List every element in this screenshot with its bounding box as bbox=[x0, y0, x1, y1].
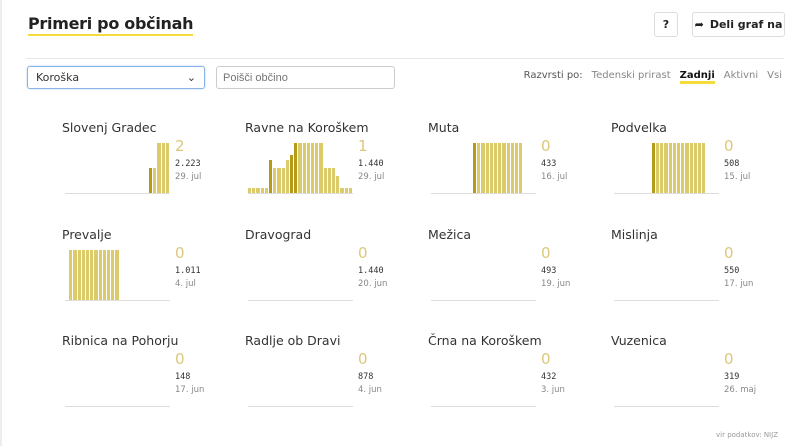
new-cases: 0 bbox=[175, 244, 185, 262]
cases-sparkline bbox=[431, 249, 536, 301]
municipality-name: Muta bbox=[428, 120, 459, 135]
municipality-name: Črna na Koroškem bbox=[428, 333, 542, 348]
data-source: vir podatkov: NIJZ bbox=[716, 431, 778, 439]
total-cases: 433 bbox=[541, 159, 556, 169]
sort-options: Razvrsti po: Tedenski prirast Zadnji Akt… bbox=[524, 70, 782, 84]
sparkline-bar bbox=[115, 250, 119, 300]
municipality-name: Mežica bbox=[428, 227, 471, 242]
municipality-card[interactable]: Podvelka 0 508 15. jul bbox=[611, 120, 791, 215]
last-case-date: 16. jul bbox=[541, 172, 567, 182]
total-cases: 1.440 bbox=[358, 266, 384, 276]
total-cases: 878 bbox=[358, 372, 373, 382]
help-button[interactable]: ? bbox=[654, 12, 678, 37]
total-cases: 432 bbox=[541, 372, 556, 382]
sort-active[interactable]: Aktivni bbox=[724, 70, 758, 84]
cases-sparkline bbox=[65, 249, 170, 301]
municipality-name: Ribnica na Pohorju bbox=[62, 333, 178, 348]
new-cases: 0 bbox=[358, 244, 368, 262]
municipality-card[interactable]: Ravne na Koroškem 1 1.440 29. jul bbox=[245, 120, 425, 215]
municipality-search-input[interactable] bbox=[216, 66, 395, 89]
municipality-name: Vuzenica bbox=[611, 333, 667, 348]
new-cases: 0 bbox=[724, 244, 734, 262]
region-select[interactable]: Koroška ⌄ bbox=[27, 66, 205, 89]
last-case-date: 4. jun bbox=[358, 385, 382, 395]
municipality-card[interactable]: Slovenj Gradec 2 2.223 29. jul bbox=[62, 120, 242, 215]
municipality-name: Dravograd bbox=[245, 227, 311, 242]
share-label: Deli graf na bbox=[710, 18, 783, 31]
municipality-name: Mislinja bbox=[611, 227, 658, 242]
last-case-date: 15. jul bbox=[724, 172, 750, 182]
cases-sparkline bbox=[431, 142, 536, 194]
municipality-card[interactable]: Mežica 0 493 19. jun bbox=[428, 227, 608, 322]
sort-latest[interactable]: Zadnji bbox=[680, 70, 715, 84]
municipality-card[interactable]: Radlje ob Dravi 0 878 4. jun bbox=[245, 333, 425, 428]
last-case-date: 29. jul bbox=[358, 172, 384, 182]
cases-sparkline bbox=[614, 249, 719, 301]
last-case-date: 17. jun bbox=[175, 385, 204, 395]
municipality-card[interactable]: Dravograd 0 1.440 20. jun bbox=[245, 227, 425, 322]
region-value: Koroška bbox=[36, 71, 79, 84]
sort-all[interactable]: Vsi bbox=[767, 70, 782, 84]
municipality-name: Podvelka bbox=[611, 120, 667, 135]
new-cases: 0 bbox=[541, 137, 551, 155]
sparkline-bar bbox=[166, 143, 170, 193]
new-cases: 0 bbox=[724, 350, 734, 368]
sparkline-bar bbox=[702, 143, 706, 193]
municipality-card[interactable]: Ribnica na Pohorju 0 148 17. jun bbox=[62, 333, 242, 428]
last-case-date: 17. jun bbox=[724, 279, 753, 289]
share-button[interactable]: ➦ Deli graf na bbox=[692, 12, 785, 37]
municipality-name: Radlje ob Dravi bbox=[245, 333, 340, 348]
new-cases: 0 bbox=[175, 350, 185, 368]
municipality-card[interactable]: Mislinja 0 550 17. jun bbox=[611, 227, 791, 322]
cases-sparkline bbox=[614, 142, 719, 194]
total-cases: 1.011 bbox=[175, 266, 201, 276]
municipality-card[interactable]: Prevalje 0 1.011 4. jul bbox=[62, 227, 242, 322]
cases-sparkline bbox=[248, 249, 353, 301]
municipality-name: Slovenj Gradec bbox=[62, 120, 157, 135]
chevron-down-icon: ⌄ bbox=[187, 71, 196, 84]
municipality-name: Prevalje bbox=[62, 227, 112, 242]
new-cases: 1 bbox=[358, 137, 368, 155]
cases-sparkline bbox=[65, 355, 170, 407]
last-case-date: 29. jul bbox=[175, 172, 201, 182]
municipality-card[interactable]: Črna na Koroškem 0 432 3. jun bbox=[428, 333, 608, 428]
last-case-date: 3. jun bbox=[541, 385, 565, 395]
total-cases: 550 bbox=[724, 266, 739, 276]
sparkline-bar bbox=[519, 143, 523, 193]
sort-label: Razvrsti po: bbox=[524, 70, 583, 84]
last-case-date: 26. maj bbox=[724, 385, 756, 395]
municipality-card[interactable]: Muta 0 433 16. jul bbox=[428, 120, 608, 215]
page-title: Primeri po občinah bbox=[28, 14, 193, 36]
cases-sparkline bbox=[65, 142, 170, 194]
new-cases: 2 bbox=[175, 137, 185, 155]
new-cases: 0 bbox=[541, 244, 551, 262]
total-cases: 493 bbox=[541, 266, 556, 276]
share-icon: ➦ bbox=[695, 18, 704, 31]
new-cases: 0 bbox=[724, 137, 734, 155]
divider bbox=[26, 58, 784, 59]
new-cases: 0 bbox=[358, 350, 368, 368]
cases-sparkline bbox=[248, 355, 353, 407]
total-cases: 508 bbox=[724, 159, 739, 169]
last-case-date: 4. jul bbox=[175, 279, 196, 289]
total-cases: 1.440 bbox=[358, 159, 384, 169]
municipality-card[interactable]: Vuzenica 0 319 26. maj bbox=[611, 333, 791, 428]
cases-sparkline bbox=[431, 355, 536, 407]
total-cases: 148 bbox=[175, 372, 190, 382]
new-cases: 0 bbox=[541, 350, 551, 368]
cases-sparkline bbox=[614, 355, 719, 407]
cases-sparkline bbox=[248, 142, 353, 194]
last-case-date: 19. jun bbox=[541, 279, 570, 289]
sort-weekly-growth[interactable]: Tedenski prirast bbox=[592, 70, 671, 84]
sparkline-bar bbox=[349, 188, 353, 193]
municipality-name: Ravne na Koroškem bbox=[245, 120, 369, 135]
total-cases: 319 bbox=[724, 372, 739, 382]
last-case-date: 20. jun bbox=[358, 279, 387, 289]
total-cases: 2.223 bbox=[175, 159, 201, 169]
